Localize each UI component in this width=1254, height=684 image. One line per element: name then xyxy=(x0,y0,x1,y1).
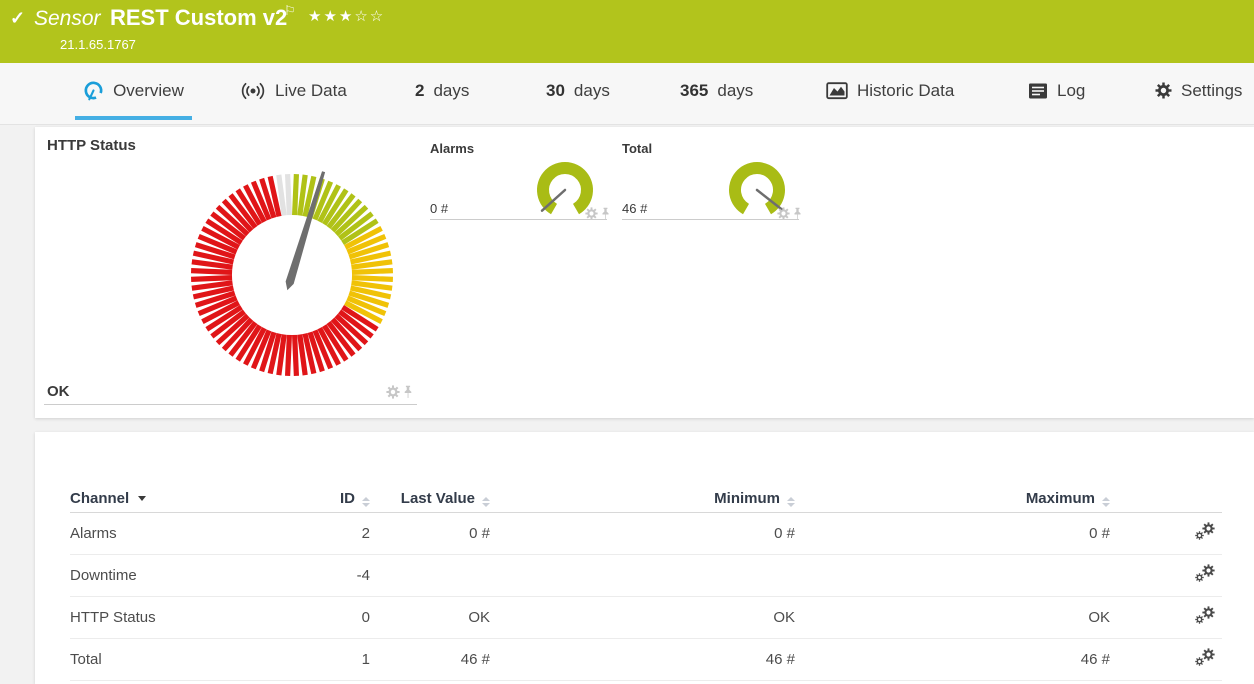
http-status-value: OK xyxy=(47,383,70,400)
http-status-gauge-title: HTTP Status xyxy=(47,137,136,154)
tab-log-label: Log xyxy=(1057,81,1085,101)
tab-historic-data-label: Historic Data xyxy=(857,81,954,101)
channel-name: HTTP Status xyxy=(70,597,330,639)
channel-minimum: OK xyxy=(490,597,795,639)
live-data-icon xyxy=(240,81,266,101)
channels-table-panel: Channel ID Last Value Minimum Maximum Al… xyxy=(35,432,1254,684)
tab-live-data-label: Live Data xyxy=(275,81,347,101)
sensor-version: 21.1.65.1767 xyxy=(60,37,136,52)
card-gear-icon[interactable] xyxy=(386,385,400,399)
channel-card-value: 46 # xyxy=(622,201,647,216)
sensor-type-label: Sensor xyxy=(34,7,101,31)
channel-id: 0 xyxy=(330,597,370,639)
column-header-id[interactable]: ID xyxy=(330,484,370,513)
channel-card-title: Total xyxy=(622,141,652,156)
channels-table: Channel ID Last Value Minimum Maximum Al… xyxy=(70,484,1222,681)
channel-name: Alarms xyxy=(70,513,330,555)
tab-365-days-num: 365 xyxy=(680,81,708,101)
channel-last-value xyxy=(370,555,490,597)
card-pin-icon[interactable] xyxy=(403,385,413,399)
status-check-icon: ✓ xyxy=(10,8,25,29)
tab-30-days-label: days xyxy=(574,81,610,101)
sort-icon xyxy=(787,497,795,507)
tab-settings-label: Settings xyxy=(1181,81,1242,101)
channel-name: Total xyxy=(70,639,330,681)
channel-id: 2 xyxy=(330,513,370,555)
tab-2-days-num: 2 xyxy=(415,81,424,101)
card-divider xyxy=(430,219,607,220)
channel-settings-gears-icon[interactable] xyxy=(1193,522,1216,542)
channel-minimum: 46 # xyxy=(490,639,795,681)
channel-maximum xyxy=(795,555,1110,597)
channel-id: 1 xyxy=(330,639,370,681)
tab-overview[interactable]: Overview xyxy=(75,63,192,118)
channel-card-value: 0 # xyxy=(430,201,448,216)
card-divider xyxy=(44,404,417,405)
channel-settings-gears-icon[interactable] xyxy=(1193,606,1216,626)
tab-live-data[interactable]: Live Data xyxy=(240,63,347,118)
channel-minimum xyxy=(490,555,795,597)
priority-stars[interactable]: ★★★☆☆ xyxy=(308,7,385,25)
gauge-icon xyxy=(83,80,104,101)
channel-card-alarms: Alarms 0 # xyxy=(430,141,642,236)
channel-maximum: 0 # xyxy=(795,513,1110,555)
channel-settings-gears-icon[interactable] xyxy=(1193,648,1216,668)
sort-icon xyxy=(482,497,490,507)
channel-last-value: 46 # xyxy=(370,639,490,681)
channel-last-value: OK xyxy=(370,597,490,639)
sensor-title: REST Custom v2 xyxy=(110,5,287,31)
channel-name: Downtime xyxy=(70,555,330,597)
channel-maximum: OK xyxy=(795,597,1110,639)
column-header-minimum[interactable]: Minimum xyxy=(490,484,795,513)
tab-30-days-num: 30 xyxy=(546,81,565,101)
tab-365-days[interactable]: 365 days xyxy=(680,63,753,118)
channel-id: -4 xyxy=(330,555,370,597)
tab-30-days[interactable]: 30 days xyxy=(546,63,610,118)
table-row: Alarms 2 0 # 0 # 0 # xyxy=(70,513,1222,555)
tab-365-days-label: days xyxy=(717,81,753,101)
column-header-channel[interactable]: Channel xyxy=(70,484,330,513)
channel-card-total: Total 46 # xyxy=(622,141,834,236)
log-icon xyxy=(1028,82,1048,100)
table-header-row: Channel ID Last Value Minimum Maximum xyxy=(70,484,1222,513)
table-row: Downtime -4 xyxy=(70,555,1222,597)
sort-icon xyxy=(362,497,370,507)
tab-log[interactable]: Log xyxy=(1028,63,1085,118)
column-header-last-value[interactable]: Last Value xyxy=(370,484,490,513)
tab-historic-data[interactable]: Historic Data xyxy=(826,63,954,118)
channel-card-title: Alarms xyxy=(430,141,474,156)
flag-icon[interactable]: ⚐ xyxy=(284,3,296,19)
gauges-panel: HTTP Status OK Alarms 0 # Total 46 # xyxy=(35,127,1254,418)
channel-last-value: 0 # xyxy=(370,513,490,555)
tab-bar: Overview Live Data 2 days 30 days 365 da… xyxy=(0,63,1254,125)
historic-data-icon xyxy=(826,82,848,100)
http-status-gauge xyxy=(178,161,406,389)
tab-2-days[interactable]: 2 days xyxy=(415,63,469,118)
channel-settings-gears-icon[interactable] xyxy=(1193,564,1216,584)
table-row: HTTP Status 0 OK OK OK xyxy=(70,597,1222,639)
sensor-header: ✓ Sensor REST Custom v2 ⚐ ★★★☆☆ 21.1.65.… xyxy=(0,0,1254,63)
sort-icon xyxy=(1102,497,1110,507)
channel-maximum: 46 # xyxy=(795,639,1110,681)
tab-settings[interactable]: Settings xyxy=(1155,63,1242,118)
table-row: Total 1 46 # 46 # 46 # xyxy=(70,639,1222,681)
tab-overview-label: Overview xyxy=(113,81,184,101)
column-header-maximum[interactable]: Maximum xyxy=(795,484,1110,513)
card-divider xyxy=(622,219,799,220)
channel-minimum: 0 # xyxy=(490,513,795,555)
chevron-down-icon xyxy=(138,496,146,501)
settings-gear-icon xyxy=(1155,82,1172,99)
tab-2-days-label: days xyxy=(433,81,469,101)
